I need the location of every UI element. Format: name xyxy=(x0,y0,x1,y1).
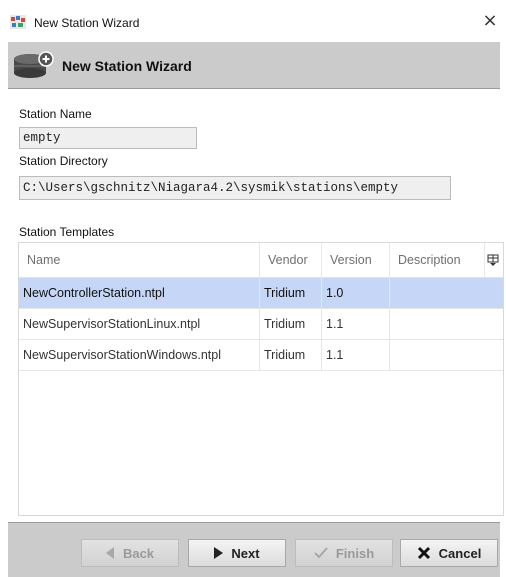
cell-description xyxy=(390,278,502,308)
checkmark-icon xyxy=(314,547,328,559)
station-name-input[interactable]: empty xyxy=(19,127,197,149)
column-header-vendor[interactable]: Vendor xyxy=(260,243,322,277)
title-bar: New Station Wizard × xyxy=(0,0,506,42)
station-templates-label: Station Templates xyxy=(19,225,115,239)
wizard-title: New Station Wizard xyxy=(62,58,192,74)
finish-button-label: Finish xyxy=(335,545,375,561)
table-row[interactable]: NewSupervisorStationLinux.ntpl Tridium 1… xyxy=(19,309,503,340)
niagara-app-icon xyxy=(10,15,26,29)
wizard-footer: Back Next Finish Cancel xyxy=(8,522,500,577)
next-button[interactable]: Next xyxy=(188,539,286,567)
cell-vendor: Tridium xyxy=(260,309,322,339)
window-title: New Station Wizard xyxy=(34,16,140,30)
table-header: Name Vendor Version Description xyxy=(19,243,503,278)
column-header-description[interactable]: Description xyxy=(390,243,485,277)
column-chooser-icon[interactable] xyxy=(487,254,499,266)
cell-description xyxy=(390,309,502,339)
finish-button[interactable]: Finish xyxy=(295,539,393,567)
column-header-version[interactable]: Version xyxy=(322,243,390,277)
close-icon: × xyxy=(482,10,498,31)
close-button[interactable]: × xyxy=(480,10,500,32)
table-row[interactable]: NewControllerStation.ntpl Tridium 1.0 xyxy=(19,278,503,309)
station-directory-field: C:\Users\gschnitz\Niagara4.2\sysmik\stat… xyxy=(19,176,451,200)
cell-description xyxy=(390,340,502,370)
station-name-label: Station Name xyxy=(19,107,92,121)
cell-version: 1.1 xyxy=(322,309,390,339)
cell-name: NewSupervisorStationLinux.ntpl xyxy=(19,309,260,339)
arrow-left-icon xyxy=(105,547,114,559)
arrow-right-icon xyxy=(214,547,224,559)
station-directory-label: Station Directory xyxy=(19,154,108,168)
x-icon xyxy=(417,546,430,560)
cell-version: 1.0 xyxy=(322,278,390,308)
next-button-label: Next xyxy=(231,545,260,561)
back-button[interactable]: Back xyxy=(81,539,179,567)
cell-name: NewControllerStation.ntpl xyxy=(19,278,260,308)
cell-version: 1.1 xyxy=(322,340,390,370)
cancel-button-label: Cancel xyxy=(438,545,482,561)
back-button-label: Back xyxy=(122,545,155,561)
station-database-icon xyxy=(14,51,54,78)
cell-name: NewSupervisorStationWindows.ntpl xyxy=(19,340,260,370)
station-templates-table: Name Vendor Version Description NewContr… xyxy=(18,242,504,516)
cell-vendor: Tridium xyxy=(260,340,322,370)
column-header-name[interactable]: Name xyxy=(19,243,260,277)
cancel-button[interactable]: Cancel xyxy=(400,539,498,567)
cell-vendor: Tridium xyxy=(260,278,322,308)
table-row[interactable]: NewSupervisorStationWindows.ntpl Tridium… xyxy=(19,340,503,371)
wizard-header: New Station Wizard xyxy=(8,42,500,89)
